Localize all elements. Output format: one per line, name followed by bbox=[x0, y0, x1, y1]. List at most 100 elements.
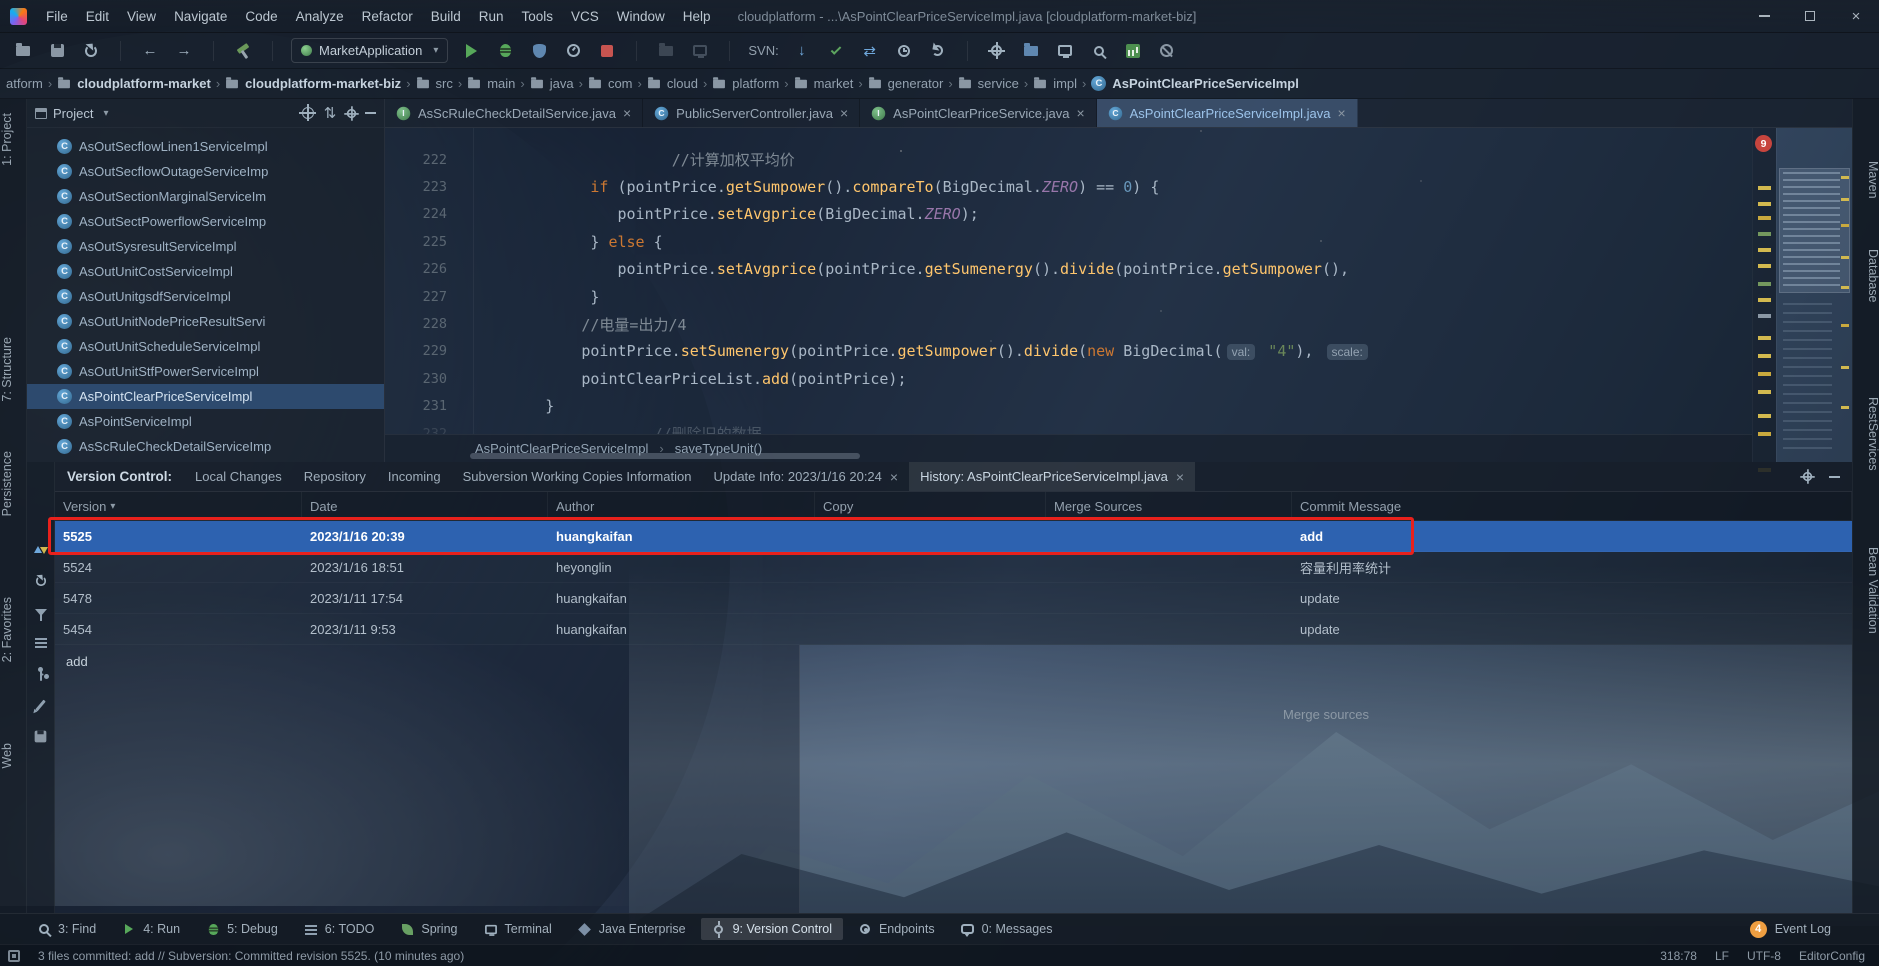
table-row[interactable]: 5454 2023/1/11 9:53 huangkaifan update bbox=[55, 614, 1852, 645]
breadcrumb-item-market[interactable]: market bbox=[792, 76, 856, 91]
breadcrumb-item-generator[interactable]: generator bbox=[866, 76, 946, 91]
svn-update-icon[interactable]: ↓ bbox=[791, 40, 813, 62]
build-hammer-icon[interactable] bbox=[232, 40, 254, 62]
locate-file-icon[interactable] bbox=[299, 104, 316, 121]
stripe-bean-validation-button[interactable]: Bean Validation bbox=[1853, 547, 1879, 634]
profiler-icon[interactable] bbox=[562, 40, 584, 62]
vc-tab-incoming[interactable]: Incoming bbox=[377, 462, 452, 491]
column-header-merge-sources[interactable]: Merge Sources bbox=[1046, 492, 1292, 520]
maximize-button[interactable] bbox=[1787, 0, 1833, 32]
tool-tab-terminal[interactable]: Terminal bbox=[473, 918, 563, 940]
breadcrumb-item-com[interactable]: com bbox=[586, 76, 635, 91]
tool-tab-todo[interactable]: 6: TODO bbox=[293, 918, 386, 940]
breadcrumb-item-class[interactable]: C AsPointClearPriceServiceImpl bbox=[1089, 76, 1300, 91]
stripe-structure-button[interactable]: 7: Structure bbox=[0, 337, 27, 402]
breadcrumb-item-atform[interactable]: atform bbox=[4, 76, 45, 91]
editorconfig-indicator[interactable]: EditorConfig bbox=[1799, 949, 1865, 963]
commit-message-pane[interactable]: add bbox=[55, 645, 800, 913]
project-tree-item-selected[interactable]: C AsPointClearPriceServiceImpl bbox=[27, 384, 384, 409]
stripe-restservices-button[interactable]: RestServices bbox=[1853, 397, 1879, 471]
close-tab-icon[interactable]: × bbox=[840, 106, 848, 120]
tool-tab-run[interactable]: 4: Run bbox=[111, 918, 191, 940]
close-tab-icon[interactable]: × bbox=[1338, 106, 1346, 120]
column-header-author[interactable]: Author bbox=[548, 492, 815, 520]
svn-integrate-icon[interactable]: ⇄ bbox=[859, 40, 881, 62]
project-tree-item[interactable]: C AsOutSectPowerflowServiceImp bbox=[27, 209, 384, 234]
editor-tab-selected[interactable]: C AsPointClearPriceServiceImpl.java × bbox=[1096, 99, 1358, 127]
project-tree-item[interactable]: C AsOutSectionMarginalServiceIm bbox=[27, 184, 384, 209]
tool-tab-endpoints[interactable]: Endpoints bbox=[847, 918, 946, 940]
menu-item-run[interactable]: Run bbox=[470, 0, 513, 32]
caret-position[interactable]: 318:78 bbox=[1660, 949, 1697, 963]
tool-tab-find[interactable]: 3: Find bbox=[26, 918, 107, 940]
save-all-icon[interactable] bbox=[46, 40, 68, 62]
vc-tab-subversion-info[interactable]: Subversion Working Copies Information bbox=[452, 462, 703, 491]
tool-tab-version-control[interactable]: 9: Version Control bbox=[700, 918, 843, 940]
run-config-selector[interactable]: MarketApplication ▾ bbox=[291, 38, 449, 63]
coverage-icon[interactable] bbox=[528, 40, 550, 62]
back-icon[interactable]: ← bbox=[139, 40, 161, 62]
menu-item-tools[interactable]: Tools bbox=[513, 0, 563, 32]
tool-tab-messages[interactable]: 0: Messages bbox=[950, 918, 1064, 940]
vc-tab-update-info[interactable]: Update Info: 2023/1/16 20:24 × bbox=[702, 462, 909, 491]
stop-icon[interactable] bbox=[596, 40, 618, 62]
menu-item-navigate[interactable]: Navigate bbox=[165, 0, 236, 32]
error-count-badge[interactable]: 9 bbox=[1755, 135, 1772, 152]
vc-tab-local-changes[interactable]: Local Changes bbox=[184, 462, 293, 491]
menu-item-analyze[interactable]: Analyze bbox=[287, 0, 353, 32]
gear-icon[interactable] bbox=[1800, 469, 1815, 484]
history-icon[interactable] bbox=[893, 40, 915, 62]
vc-tab-history-selected[interactable]: History: AsPointClearPriceServiceImpl.ja… bbox=[909, 462, 1196, 491]
close-tab-icon[interactable]: × bbox=[1076, 106, 1084, 120]
menu-item-window[interactable]: Window bbox=[608, 0, 674, 32]
debug-icon[interactable] bbox=[494, 40, 516, 62]
sync-icon[interactable] bbox=[80, 40, 102, 62]
tool-tab-spring[interactable]: Spring bbox=[389, 918, 468, 940]
menu-item-build[interactable]: Build bbox=[422, 0, 470, 32]
project-tree-item[interactable]: C AsOutUnitStfPowerServiceImpl bbox=[27, 359, 384, 384]
breadcrumb-item-src[interactable]: src bbox=[414, 76, 455, 91]
project-tree-item[interactable]: C AsOutUnitScheduleServiceImpl bbox=[27, 334, 384, 359]
stripe-project-button[interactable]: 1: Project bbox=[0, 113, 27, 166]
encoding-indicator[interactable]: UTF-8 bbox=[1747, 949, 1781, 963]
project-tree-item[interactable]: C AsOutUnitCostServiceImpl bbox=[27, 259, 384, 284]
hide-panel-icon[interactable] bbox=[1829, 475, 1840, 478]
breadcrumb-item-impl[interactable]: impl bbox=[1031, 76, 1079, 91]
refresh-icon[interactable] bbox=[33, 542, 49, 558]
project-tree-item[interactable]: C AsOutSecflowOutageServiceImp bbox=[27, 159, 384, 184]
close-tab-icon[interactable]: × bbox=[1176, 470, 1184, 484]
edit-comment-icon[interactable] bbox=[33, 697, 49, 713]
hide-panel-icon[interactable] bbox=[365, 112, 376, 114]
column-header-version[interactable]: Version ▾ bbox=[55, 492, 302, 520]
table-row[interactable]: 5478 2023/1/11 17:54 huangkaifan update bbox=[55, 583, 1852, 614]
gear-icon[interactable] bbox=[344, 105, 359, 121]
project-tree-item[interactable]: C AsOutUnitNodePriceResultServi bbox=[27, 309, 384, 334]
line-separator-indicator[interactable]: LF bbox=[1715, 949, 1729, 963]
editor-tab[interactable]: I AsPointClearPriceService.java × bbox=[860, 99, 1097, 127]
stripe-persistence-button[interactable]: Persistence bbox=[0, 451, 27, 516]
stripe-database-button[interactable]: Database bbox=[1853, 249, 1879, 303]
breadcrumb-item-java[interactable]: java bbox=[528, 76, 576, 91]
breadcrumb-item-main[interactable]: main bbox=[465, 76, 517, 91]
column-header-date[interactable]: Date bbox=[302, 492, 548, 520]
project-tree-item[interactable]: C AsOutSysresultServiceImpl bbox=[27, 234, 384, 259]
close-tab-icon[interactable]: × bbox=[623, 106, 631, 120]
breadcrumb-item-cloudplatform-market[interactable]: cloudplatform-market bbox=[55, 76, 213, 91]
project-tree-item[interactable]: C AsOutSecflowLinen1ServiceImpl bbox=[27, 134, 384, 159]
minimize-button[interactable] bbox=[1741, 0, 1787, 32]
power-save-icon[interactable] bbox=[1156, 40, 1178, 62]
table-row[interactable]: 5524 2023/1/16 18:51 heyonglin 容量利用率统计 bbox=[55, 552, 1852, 583]
column-header-commit-message[interactable]: Commit Message bbox=[1292, 492, 1852, 520]
forward-icon[interactable]: → bbox=[173, 40, 195, 62]
error-stripe[interactable] bbox=[1752, 128, 1776, 462]
filter-icon[interactable] bbox=[33, 604, 49, 621]
breadcrumb-item-platform[interactable]: platform bbox=[710, 76, 781, 91]
event-log-button[interactable]: 4 Event Log bbox=[1749, 920, 1879, 938]
table-row-selected[interactable]: 5525 2023/1/16 20:39 huangkaifan add bbox=[55, 521, 1852, 552]
menu-item-view[interactable]: View bbox=[118, 0, 165, 32]
svn-commit-icon[interactable] bbox=[825, 40, 847, 62]
run-icon[interactable] bbox=[460, 40, 482, 62]
close-button[interactable]: × bbox=[1833, 0, 1879, 32]
console-icon[interactable] bbox=[1054, 40, 1076, 62]
project-tree-item[interactable]: C AsOutUnitgsdfServiceImpl bbox=[27, 284, 384, 309]
